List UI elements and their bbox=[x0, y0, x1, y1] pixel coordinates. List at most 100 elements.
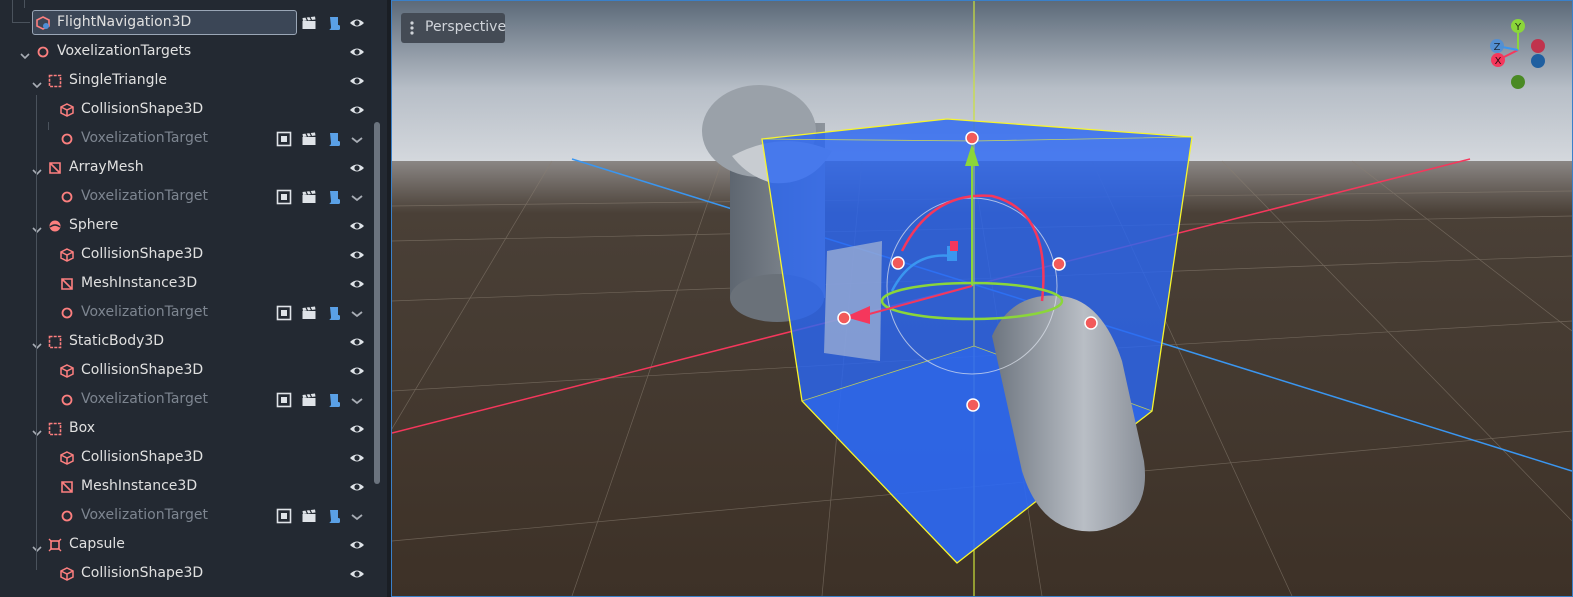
mesh-instance-icon bbox=[48, 160, 62, 174]
scene-tree-item-label: VoxelizationTargets bbox=[57, 43, 192, 59]
chevron-down-icon[interactable] bbox=[349, 189, 365, 205]
scene-tree-item[interactable]: CollisionShape3D bbox=[0, 240, 374, 269]
visibility-eye-icon[interactable] bbox=[349, 160, 365, 176]
view-orientation-gizmo[interactable]: Z Y X bbox=[1482, 15, 1554, 95]
visibility-eye-icon[interactable] bbox=[349, 537, 365, 553]
editable-children-icon[interactable] bbox=[276, 392, 292, 408]
clapper-icon[interactable] bbox=[301, 508, 317, 524]
visibility-eye-icon[interactable] bbox=[349, 566, 365, 582]
expand-arrow-icon[interactable] bbox=[32, 162, 42, 176]
clapper-icon[interactable] bbox=[301, 305, 317, 321]
visibility-eye-icon[interactable] bbox=[349, 276, 365, 292]
mesh-instance-icon bbox=[60, 479, 74, 493]
scene-tree-item-label: MeshInstance3D bbox=[81, 275, 198, 291]
scene-tree-item-label: VoxelizationTarget bbox=[81, 304, 208, 320]
visibility-eye-icon[interactable] bbox=[349, 73, 365, 89]
scene-tree-item-label: Capsule bbox=[69, 536, 125, 552]
scene-tree-item[interactable]: Box bbox=[0, 414, 374, 443]
scene-tree-item-label: CollisionShape3D bbox=[81, 101, 204, 117]
visibility-eye-icon[interactable] bbox=[349, 334, 365, 350]
scene-tree-scrollbar[interactable] bbox=[374, 122, 380, 484]
visibility-eye-icon[interactable] bbox=[349, 479, 365, 495]
node3d-icon bbox=[36, 44, 50, 58]
scene-tree-item[interactable]: FlightNavigation3D bbox=[0, 8, 374, 37]
visibility-eye-icon[interactable] bbox=[349, 247, 365, 263]
expand-arrow-icon[interactable] bbox=[32, 220, 42, 234]
scene-tree-item[interactable]: CollisionShape3D bbox=[0, 95, 374, 124]
chevron-down-icon[interactable] bbox=[349, 131, 365, 147]
scene-tree-item[interactable]: SingleTriangle bbox=[0, 66, 374, 95]
editable-children-icon[interactable] bbox=[276, 305, 292, 321]
scene-tree-item[interactable]: Capsule bbox=[0, 530, 374, 559]
scene-tree-item[interactable]: VoxelizationTarget bbox=[0, 124, 374, 153]
clapper-icon[interactable] bbox=[301, 131, 317, 147]
gizmo-neg-x[interactable] bbox=[1531, 39, 1545, 53]
visibility-eye-icon[interactable] bbox=[349, 15, 365, 31]
scene-tree-item[interactable]: StaticBody3D bbox=[0, 327, 374, 356]
editable-children-icon[interactable] bbox=[276, 508, 292, 524]
scene-tree-item[interactable]: CollisionShape3D bbox=[0, 356, 374, 385]
mesh-instance-icon bbox=[60, 276, 74, 290]
expand-arrow-icon[interactable] bbox=[32, 423, 42, 437]
expand-arrow-icon[interactable] bbox=[20, 46, 30, 60]
chevron-down-icon[interactable] bbox=[349, 305, 365, 321]
gizmo-neg-y[interactable] bbox=[1511, 75, 1525, 89]
clapper-icon[interactable] bbox=[301, 189, 317, 205]
clapper-icon[interactable] bbox=[301, 15, 317, 31]
node3d-icon bbox=[60, 392, 74, 406]
scene-tree-item-label: StaticBody3D bbox=[69, 333, 165, 349]
node3d-icon bbox=[60, 189, 74, 203]
kebab-menu-icon bbox=[409, 20, 415, 40]
gizmo-neg-z[interactable] bbox=[1531, 54, 1545, 68]
visibility-eye-icon[interactable] bbox=[349, 102, 365, 118]
script-icon[interactable] bbox=[326, 392, 342, 408]
viewport-scene[interactable] bbox=[392, 1, 1572, 596]
script-icon[interactable] bbox=[326, 131, 342, 147]
scene-tree-item[interactable]: VoxelizationTargets bbox=[0, 37, 374, 66]
script-icon[interactable] bbox=[326, 15, 342, 31]
node3d-icon bbox=[60, 131, 74, 145]
scene-tree-item[interactable]: MeshInstance3D bbox=[0, 269, 374, 298]
scene-tree-item[interactable]: VoxelizationTarget bbox=[0, 298, 374, 327]
scene-tree-item[interactable]: VoxelizationTarget bbox=[0, 182, 374, 211]
scene-tree-item-label: SingleTriangle bbox=[69, 72, 168, 88]
expand-arrow-icon[interactable] bbox=[32, 75, 42, 89]
editable-children-icon[interactable] bbox=[276, 189, 292, 205]
capsule-body-icon bbox=[48, 537, 62, 552]
editable-children-icon[interactable] bbox=[276, 131, 292, 147]
scene-tree-item-label: VoxelizationTarget bbox=[81, 188, 208, 204]
chevron-down-icon[interactable] bbox=[349, 392, 365, 408]
scene-tree-item[interactable]: VoxelizationTarget bbox=[0, 385, 374, 414]
chevron-down-icon[interactable] bbox=[349, 508, 365, 524]
scene-tree-item-label: CollisionShape3D bbox=[81, 449, 204, 465]
3d-viewport[interactable]: Perspective Z Y X bbox=[391, 0, 1573, 597]
collision-shape-icon bbox=[60, 566, 74, 581]
perspective-label: Perspective bbox=[425, 19, 507, 35]
scene-tree-item-label: CollisionShape3D bbox=[81, 362, 204, 378]
perspective-menu-button[interactable]: Perspective bbox=[401, 13, 507, 43]
tree-guide-line bbox=[12, 22, 30, 23]
scene-tree-item[interactable]: CollisionShape3D bbox=[0, 559, 374, 588]
scene-tree-item[interactable]: Sphere bbox=[0, 211, 374, 240]
navigation-3d-icon bbox=[36, 15, 50, 30]
tree-guide-line bbox=[36, 95, 37, 570]
expand-arrow-icon[interactable] bbox=[32, 336, 42, 350]
node3d-icon bbox=[60, 508, 74, 522]
visibility-eye-icon[interactable] bbox=[349, 363, 365, 379]
script-icon[interactable] bbox=[326, 189, 342, 205]
visibility-eye-icon[interactable] bbox=[349, 218, 365, 234]
scene-tree-item[interactable]: CollisionShape3D bbox=[0, 443, 374, 472]
expand-arrow-icon[interactable] bbox=[32, 539, 42, 553]
visibility-eye-icon[interactable] bbox=[349, 450, 365, 466]
visibility-eye-icon[interactable] bbox=[349, 44, 365, 60]
collision-shape-icon bbox=[60, 363, 74, 378]
visibility-eye-icon[interactable] bbox=[349, 421, 365, 437]
scene-tree-item[interactable]: ArrayMesh bbox=[0, 153, 374, 182]
clapper-icon[interactable] bbox=[301, 392, 317, 408]
scene-tree-item[interactable]: VoxelizationTarget bbox=[0, 501, 374, 530]
scene-tree-item-label: VoxelizationTarget bbox=[81, 391, 208, 407]
static-body-icon bbox=[48, 73, 62, 88]
scene-tree-item[interactable]: MeshInstance3D bbox=[0, 472, 374, 501]
script-icon[interactable] bbox=[326, 305, 342, 321]
script-icon[interactable] bbox=[326, 508, 342, 524]
